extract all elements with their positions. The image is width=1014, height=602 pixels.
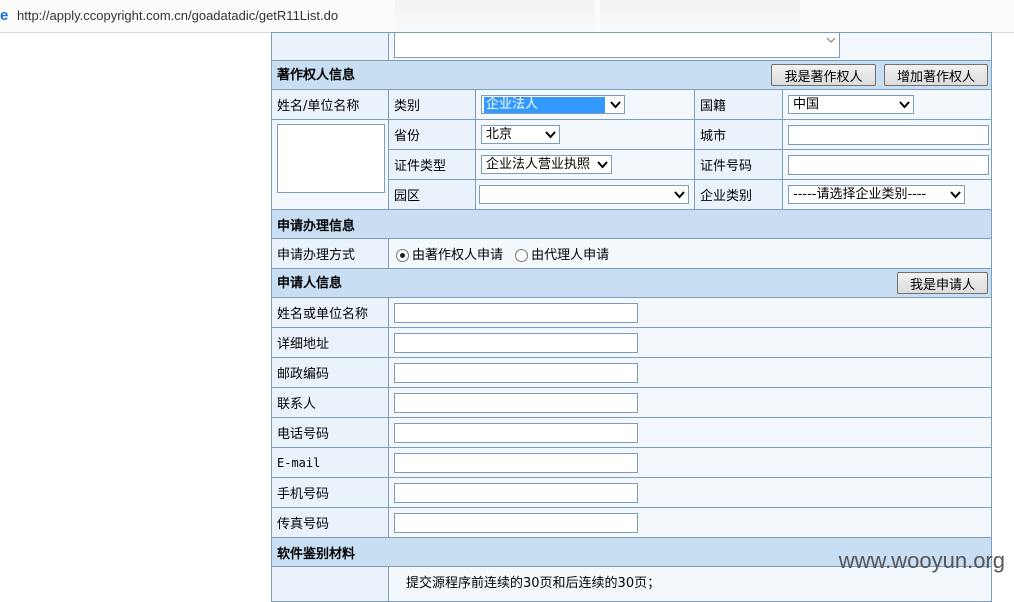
browser-address-bar: e http://apply.ccopyright.com.cn/goadata… <box>0 0 1014 33</box>
radio-owner-option[interactable]: 由著作权人申请 <box>396 248 507 263</box>
id-number-input[interactable] <box>788 154 989 175</box>
svg-text:e: e <box>0 7 8 23</box>
i-am-applicant-button[interactable]: 我是申请人 <box>897 272 989 294</box>
id-type-cell: 企业法人营业执照 <box>475 149 695 180</box>
section-header-application: 申请办理信息 <box>270 209 993 239</box>
id-type-label: 证件类型 <box>388 149 476 180</box>
owner-name-cell <box>271 119 389 210</box>
radio-checked-icon[interactable] <box>396 249 409 262</box>
province-label: 省份 <box>388 119 476 150</box>
radio-unchecked-icon[interactable] <box>515 249 529 262</box>
province-select[interactable]: 北京 <box>481 125 560 144</box>
ghost-tab <box>395 0 595 32</box>
enterprise-type-value: -----请选择企业类别---- <box>793 187 927 202</box>
id-type-select[interactable]: 企业法人营业执照 <box>481 155 612 174</box>
address-cell <box>387 327 993 358</box>
chevron-down-icon <box>950 191 961 199</box>
radio-owner-label: 由著作权人申请 <box>412 248 504 263</box>
phone-input[interactable] <box>394 422 638 443</box>
email-input[interactable] <box>394 452 638 473</box>
id-type-value: 企业法人营业执照 <box>486 157 591 172</box>
category-label: 类别 <box>388 89 476 120</box>
radio-agent-label: 由代理人申请 <box>531 248 610 263</box>
postal-code-cell <box>387 357 993 388</box>
nationality-label: 国籍 <box>694 89 783 120</box>
mobile-cell <box>387 477 993 508</box>
city-cell <box>781 119 993 150</box>
fax-label: 传真号码 <box>271 507 389 538</box>
fax-input[interactable] <box>394 512 638 533</box>
phone-cell <box>387 417 993 448</box>
application-method-label: 申请办理方式 <box>271 238 389 269</box>
chevron-down-icon <box>674 191 685 199</box>
owner-name-textarea[interactable] <box>277 124 385 193</box>
contact-cell <box>387 387 993 418</box>
park-cell <box>475 179 695 210</box>
applicant-name-input[interactable] <box>394 302 638 323</box>
chevron-down-icon <box>610 101 621 109</box>
radio-agent-option[interactable]: 由代理人申请 <box>515 248 609 263</box>
applicant-name-cell <box>387 297 993 328</box>
chevron-down-icon <box>899 101 910 109</box>
owner-name-label: 姓名/单位名称 <box>271 89 389 120</box>
contact-label: 联系人 <box>271 387 389 418</box>
park-label: 园区 <box>388 179 476 210</box>
category-cell: 企业法人 <box>475 89 695 120</box>
chevron-down-icon <box>545 131 556 139</box>
address-url[interactable]: http://apply.ccopyright.com.cn/goadatadi… <box>17 8 338 23</box>
province-cell: 北京 <box>475 119 695 150</box>
fax-cell <box>387 507 993 538</box>
ie-browser-icon: e <box>0 7 8 23</box>
section-header-applicant: 申请人信息 我是申请人 <box>270 268 993 298</box>
top-label-cell <box>271 32 389 61</box>
nationality-select[interactable]: 中国 <box>788 95 914 114</box>
id-number-label: 证件号码 <box>694 149 783 180</box>
nationality-cell: 中国 <box>781 89 993 120</box>
enterprise-type-cell: -----请选择企业类别---- <box>781 179 993 210</box>
mobile-input[interactable] <box>394 482 638 503</box>
section-title: 软件鉴别材料 <box>277 546 356 562</box>
city-input[interactable] <box>788 124 989 145</box>
materials-note: 提交源程序前连续的30页和后连续的30页； <box>406 576 661 591</box>
nationality-value: 中国 <box>793 97 820 112</box>
application-method-cell: 由著作权人申请 由代理人申请 <box>387 238 993 269</box>
email-cell <box>387 447 993 478</box>
category-value: 企业法人 <box>484 97 605 113</box>
city-label: 城市 <box>694 119 783 150</box>
section-title: 申请办理信息 <box>277 218 356 234</box>
park-select[interactable] <box>479 185 689 204</box>
postal-code-label: 邮政编码 <box>271 357 389 388</box>
materials-label-cell <box>271 566 389 602</box>
section-header-copyright-owner: 著作权人信息 我是著作权人 增加著作权人 <box>270 60 993 90</box>
email-label: E-mail <box>271 447 389 478</box>
address-label: 详细地址 <box>271 327 389 358</box>
i-am-owner-button[interactable]: 我是著作权人 <box>771 64 876 86</box>
enterprise-type-select[interactable]: -----请选择企业类别---- <box>788 185 965 204</box>
enterprise-type-label: 企业类别 <box>694 179 783 210</box>
category-select[interactable]: 企业法人 <box>481 95 625 114</box>
address-input[interactable] <box>394 332 638 353</box>
ghost-tab <box>600 0 800 32</box>
add-owner-button[interactable]: 增加著作权人 <box>884 64 989 86</box>
province-value: 北京 <box>486 127 513 142</box>
contact-input[interactable] <box>394 392 638 413</box>
id-number-cell <box>781 149 993 180</box>
upper-textarea[interactable] <box>394 33 840 58</box>
section-title: 申请人信息 <box>277 276 343 291</box>
phone-label: 电话号码 <box>271 417 389 448</box>
chevron-down-icon <box>597 161 608 169</box>
watermark: www.wooyun.org <box>838 548 1005 573</box>
registration-form: 著作权人信息 我是著作权人 增加著作权人 姓名/单位名称 类别 企业法人 国籍 … <box>270 32 993 602</box>
applicant-name-label: 姓名或单位名称 <box>271 297 389 328</box>
top-textarea-cell <box>387 32 993 61</box>
section-title: 著作权人信息 <box>277 68 356 83</box>
postal-code-input[interactable] <box>394 362 638 383</box>
chevron-down-icon[interactable] <box>825 35 837 45</box>
mobile-label: 手机号码 <box>271 477 389 508</box>
